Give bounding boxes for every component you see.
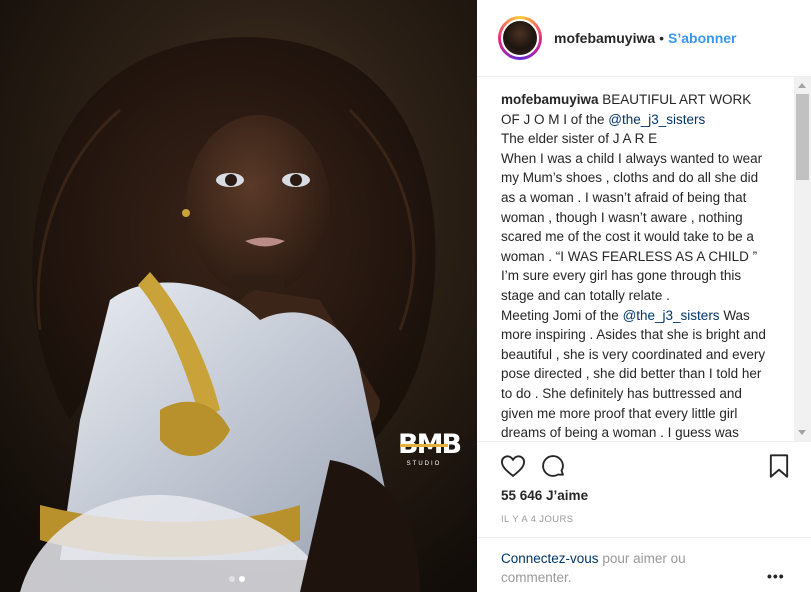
carousel-dot-2[interactable] (239, 576, 245, 582)
scroll-down-arrow-icon[interactable] (794, 424, 811, 441)
more-options-icon[interactable]: ••• (767, 568, 785, 584)
caption-text-3: When I was a child I always wanted to we… (501, 150, 763, 303)
logo-accent-bar (400, 444, 448, 447)
scroll-up-arrow-icon[interactable] (794, 77, 811, 94)
comment-bubble-icon[interactable] (539, 452, 567, 480)
header-separator: • (659, 30, 665, 46)
post-timestamp[interactable]: IL Y A 4 JOURS (501, 514, 574, 525)
caption-text-2: The elder sister of J A R E (501, 131, 658, 147)
follow-button[interactable]: S’abonner (668, 30, 736, 46)
caption-text-5: Was more inspiring . Asides that she is … (501, 307, 766, 441)
bookmark-icon[interactable] (765, 452, 793, 480)
login-prompt: Connectez-vous pour aimer ou commenter. … (477, 537, 811, 593)
caption-username[interactable]: mofebamuyiwa (501, 92, 599, 107)
story-ring[interactable] (498, 16, 542, 60)
login-prompt-text: Connectez-vous pour aimer ou commenter. (501, 549, 721, 587)
login-link[interactable]: Connectez-vous (501, 551, 599, 566)
caption-text-4: Meeting Jomi of the (501, 307, 623, 323)
studio-logo: BMB (398, 429, 462, 460)
post-photo[interactable]: BMB STUDIO (0, 0, 477, 592)
carousel-dot-1[interactable] (229, 576, 235, 582)
studio-logo-subtitle: STUDIO (406, 461, 442, 467)
caption-mention-1[interactable]: @the_j3_sisters (608, 112, 705, 127)
photo-illustration (0, 0, 477, 592)
likes-count[interactable]: 55 646 J’aime (501, 488, 588, 503)
caption-scrollbar[interactable] (794, 77, 811, 441)
post-caption: mofebamuyiwa BEAUTIFUL ART WORK OF J O M… (501, 90, 769, 441)
caption-mention-2[interactable]: @the_j3_sisters (623, 308, 720, 323)
studio-watermark: BMB STUDIO (398, 429, 462, 467)
carousel-indicator (229, 576, 245, 582)
header-username[interactable]: mofebamuyiwa (554, 30, 655, 46)
heart-icon[interactable] (499, 452, 527, 480)
avatar[interactable] (501, 19, 539, 57)
scrollbar-thumb[interactable] (796, 94, 809, 180)
post-sidebar: mofebamuyiwa • S’abonner mofebamuyiwa BE… (477, 0, 811, 592)
post-header: mofebamuyiwa • S’abonner (477, 0, 811, 77)
caption-scroll-area[interactable]: mofebamuyiwa BEAUTIFUL ART WORK OF J O M… (477, 77, 811, 441)
